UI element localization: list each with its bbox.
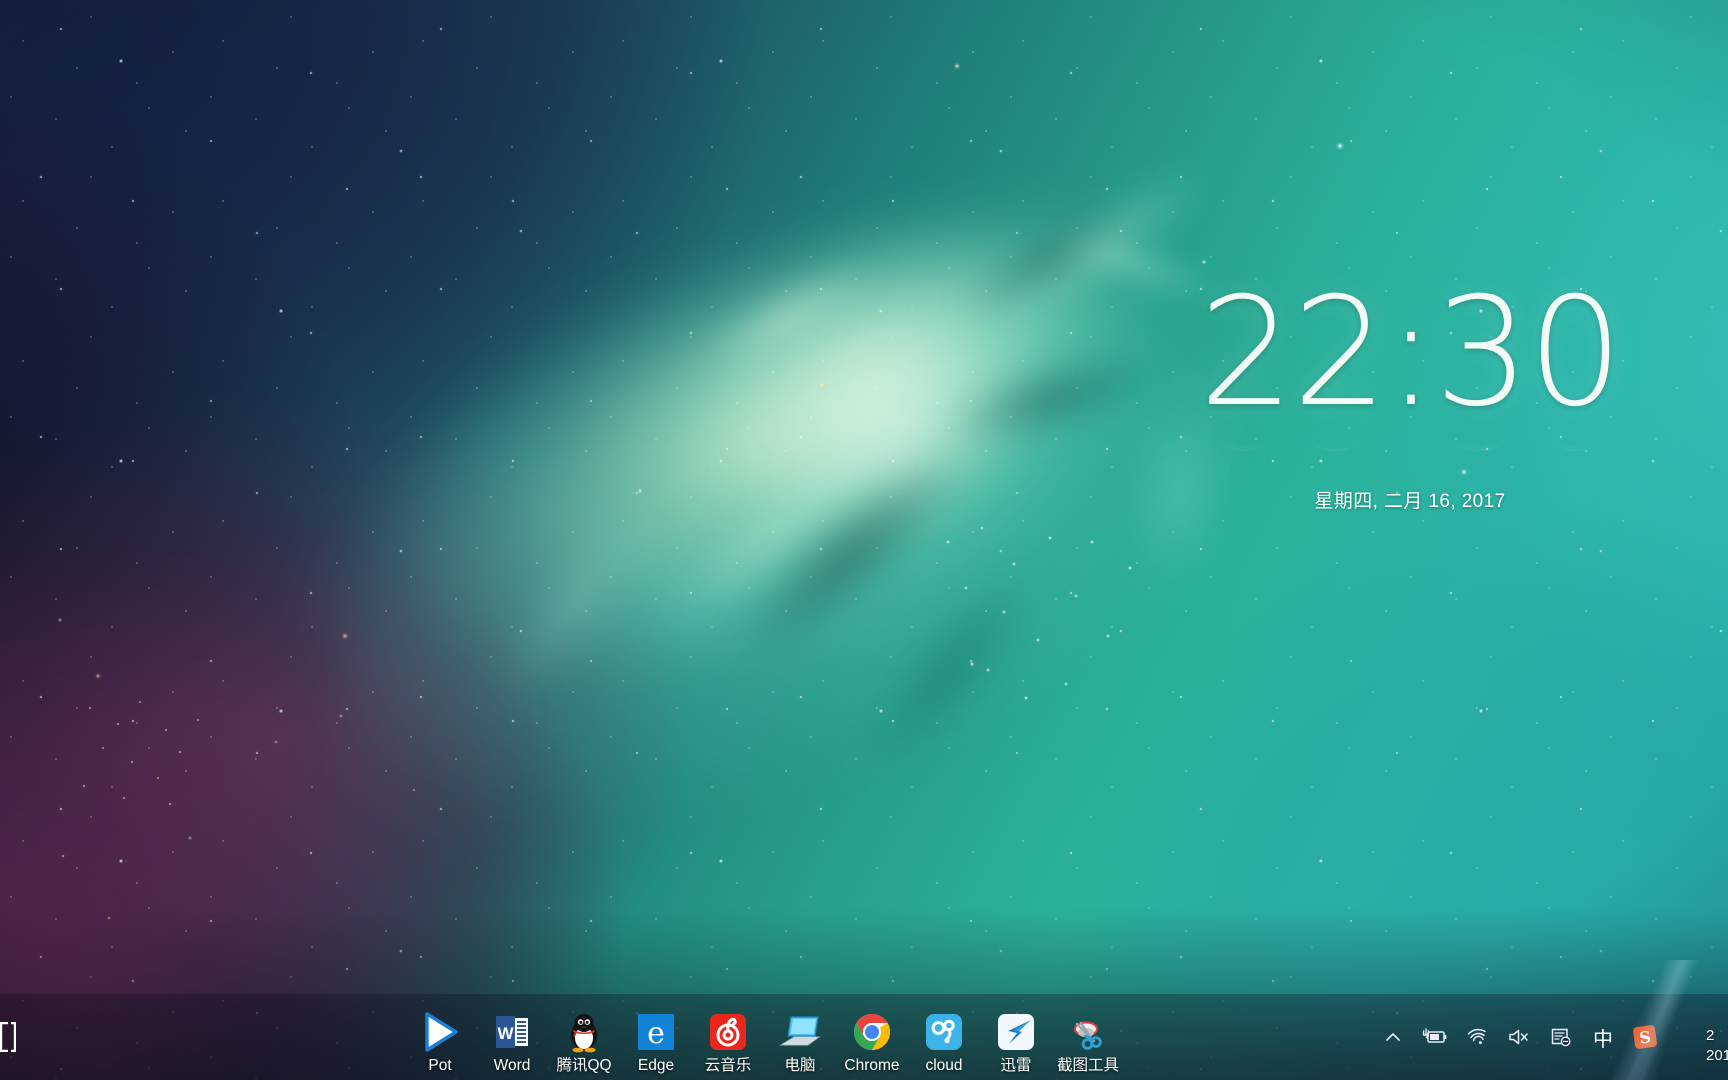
wifi-icon[interactable] (1456, 1009, 1498, 1065)
taskbar-app-pot[interactable]: Pot (404, 1010, 476, 1078)
taskbar-app-label: 云音乐 (705, 1057, 752, 1078)
svg-text:e: e (647, 1016, 665, 1051)
taskbar-app-label: 截图工具 (1057, 1057, 1119, 1078)
show-hidden-icons-chevron-icon[interactable] (1372, 1009, 1414, 1065)
potplayer-icon (418, 1010, 462, 1054)
taskbar-app-label: 电脑 (784, 1057, 815, 1078)
action-center-icon[interactable] (1540, 1009, 1582, 1065)
tencent-qq-penguin-icon (562, 1010, 606, 1054)
taskbar-clock-date: 201 (1706, 1046, 1728, 1066)
microsoft-edge-icon: e (634, 1010, 678, 1054)
netease-cloud-music-icon (706, 1010, 750, 1054)
taskbar-app-label: Word (494, 1057, 531, 1078)
taskbar-clock[interactable]: 2 201 (1706, 1026, 1728, 1067)
system-tray: 中 S (1372, 994, 1666, 1080)
microsoft-word-icon: W (490, 1010, 534, 1054)
taskbar-pinned-apps: Pot W Word (404, 1010, 1124, 1078)
taskbar-app-qq[interactable]: 腾讯QQ (548, 1010, 620, 1078)
taskbar[interactable]: Pot W Word (0, 994, 1728, 1080)
taskbar-app-edge[interactable]: e Edge (620, 1010, 692, 1078)
taskbar-app-chrome[interactable]: Chrome (836, 1010, 908, 1078)
this-pc-computer-icon (778, 1010, 822, 1054)
clock-time-reflection: 22:30 (1150, 414, 1670, 466)
google-chrome-icon (850, 1010, 894, 1054)
taskbar-app-label: cloud (925, 1057, 962, 1078)
thunder-xunlei-icon (994, 1010, 1038, 1054)
clock-date: 星期四, 二月 16, 2017 (1150, 486, 1670, 513)
wallpaper-bottom-shade (0, 0, 1728, 1080)
taskbar-app-label: 迅雷 (1000, 1057, 1031, 1078)
taskbar-app-snipping-tool[interactable]: 截图工具 (1052, 1010, 1124, 1078)
taskbar-app-this-pc[interactable]: 电脑 (764, 1010, 836, 1078)
taskbar-app-cloud[interactable]: cloud (908, 1010, 980, 1078)
taskbar-app-word[interactable]: W Word (476, 1010, 548, 1078)
taskbar-app-label: 腾讯QQ (556, 1057, 611, 1078)
svg-text:W: W (497, 1024, 514, 1043)
taskbar-app-label: Pot (428, 1057, 451, 1078)
task-view-bracket-icon[interactable] (0, 1022, 16, 1052)
ime-chinese-label: 中 (1593, 1023, 1613, 1052)
desktop-wallpaper[interactable] (0, 0, 1728, 1080)
clock-time: 22:30 (1150, 278, 1670, 428)
desktop-clock-widget[interactable]: 22:30 22:30 星期四, 二月 16, 2017 (1150, 278, 1670, 513)
taskbar-app-netease-music[interactable]: 云音乐 (692, 1010, 764, 1078)
battery-charging-icon[interactable] (1414, 1009, 1456, 1065)
taskbar-app-xunlei[interactable]: 迅雷 (980, 1010, 1052, 1078)
snipping-tool-scissors-icon (1066, 1010, 1110, 1054)
taskbar-clock-time: 2 (1706, 1026, 1728, 1046)
taskbar-app-label: Edge (638, 1057, 674, 1078)
sogou-input-icon[interactable]: S (1624, 1009, 1666, 1065)
baidu-cloud-icon (922, 1010, 966, 1054)
ime-chinese-icon[interactable]: 中 (1582, 1009, 1624, 1065)
volume-muted-icon[interactable] (1498, 1009, 1540, 1065)
taskbar-app-label: Chrome (844, 1057, 899, 1078)
